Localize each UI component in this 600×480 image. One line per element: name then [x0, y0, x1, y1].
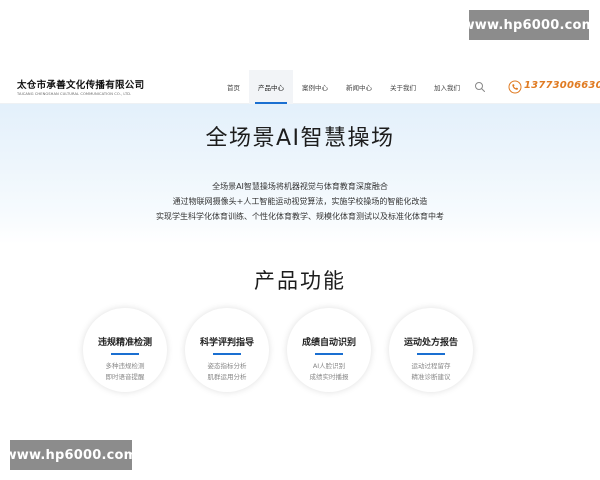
feature-card-scientific-guidance[interactable]: 科学评判指导 姿态指标分析 肌群运用分析: [185, 308, 269, 392]
nav-item-about[interactable]: 关于我们: [381, 70, 425, 104]
card-subtext: AI人脸识别: [312, 362, 346, 370]
nav-item-join[interactable]: 加入我们: [425, 70, 469, 104]
card-subtext: 姿态指标分析: [207, 362, 247, 370]
logo-english-name: TAICANG CHENGSHAN CULTURAL COMMUNICATION…: [17, 92, 132, 96]
hero-banner: 全场景AI智慧操场 全场景AI智慧操场将机器视觉与体育教育深度融合 通过物联网摄…: [0, 104, 600, 244]
banner-line: 实现学生科学化体育训练、个性化体育教学、规模化体育测试以及标准化体育中考: [156, 212, 444, 221]
feature-card-score-recognition[interactable]: 成绩自动识别 AI人脸识别 成绩实时播报: [287, 308, 371, 392]
watermark-top: www.hp6000.com: [463, 10, 595, 40]
watermark-bottom: www.hp6000.com: [5, 440, 137, 470]
nav-item-products[interactable]: 产品中心: [249, 70, 293, 104]
banner-title: 全场景AI智慧操场: [205, 126, 395, 151]
company-logo[interactable]: 太仓市承善文化传播有限公司 TAICANG CHENGSHAN CULTURAL…: [17, 77, 157, 96]
card-subtext: 成绩实时播报: [309, 373, 349, 381]
card-accent-bar: [315, 353, 343, 355]
section-title: 产品功能: [254, 269, 346, 293]
card-subtext: 精准诊断建议: [411, 373, 451, 381]
nav-item-home[interactable]: 首页: [218, 70, 249, 104]
main-nav: 首页 产品中心 案例中心 新闻中心 关于我们 加入我们: [218, 70, 469, 104]
card-accent-bar: [417, 353, 445, 355]
banner-line: 全场景AI智慧操场将机器视觉与体育教育深度融合: [212, 182, 388, 191]
card-subtext: 肌群运用分析: [207, 373, 247, 381]
logo-chinese-name: 太仓市承善文化传播有限公司: [17, 80, 145, 91]
card-accent-bar: [111, 353, 139, 355]
site-header: 太仓市承善文化传播有限公司 TAICANG CHENGSHAN CULTURAL…: [0, 70, 600, 104]
search-icon[interactable]: [474, 81, 486, 93]
phone-icon: [508, 80, 522, 94]
nav-item-news[interactable]: 新闻中心: [337, 70, 381, 104]
card-subtext: 多种违规检测: [105, 362, 145, 370]
banner-line: 通过物联网摄像头+人工智能运动视觉算法，实施学校操场的智能化改造: [172, 197, 428, 206]
card-accent-bar: [213, 353, 241, 355]
card-title: 运动处方报告: [403, 338, 458, 348]
banner-description: 全场景AI智慧操场将机器视觉与体育教育深度融合 通过物联网摄像头+人工智能运动视…: [0, 179, 600, 224]
feature-cards: 违规精准检测 多种违规检测 即时语音提醒 科学评判指导 姿态指标分析 肌群运用分…: [83, 308, 523, 408]
card-title: 成绩自动识别: [301, 338, 356, 348]
nav-item-cases[interactable]: 案例中心: [293, 70, 337, 104]
contact-phone[interactable]: 13773006630: [524, 80, 600, 91]
card-subtext: 运动过程留存: [411, 362, 451, 370]
card-title: 科学评判指导: [199, 338, 254, 348]
card-title: 违规精准检测: [97, 338, 152, 348]
feature-card-violation-detection[interactable]: 违规精准检测 多种违规检测 即时语音提醒: [83, 308, 167, 392]
feature-card-exercise-report[interactable]: 运动处方报告 运动过程留存 精准诊断建议: [389, 308, 473, 392]
card-subtext: 即时语音提醒: [105, 373, 145, 381]
